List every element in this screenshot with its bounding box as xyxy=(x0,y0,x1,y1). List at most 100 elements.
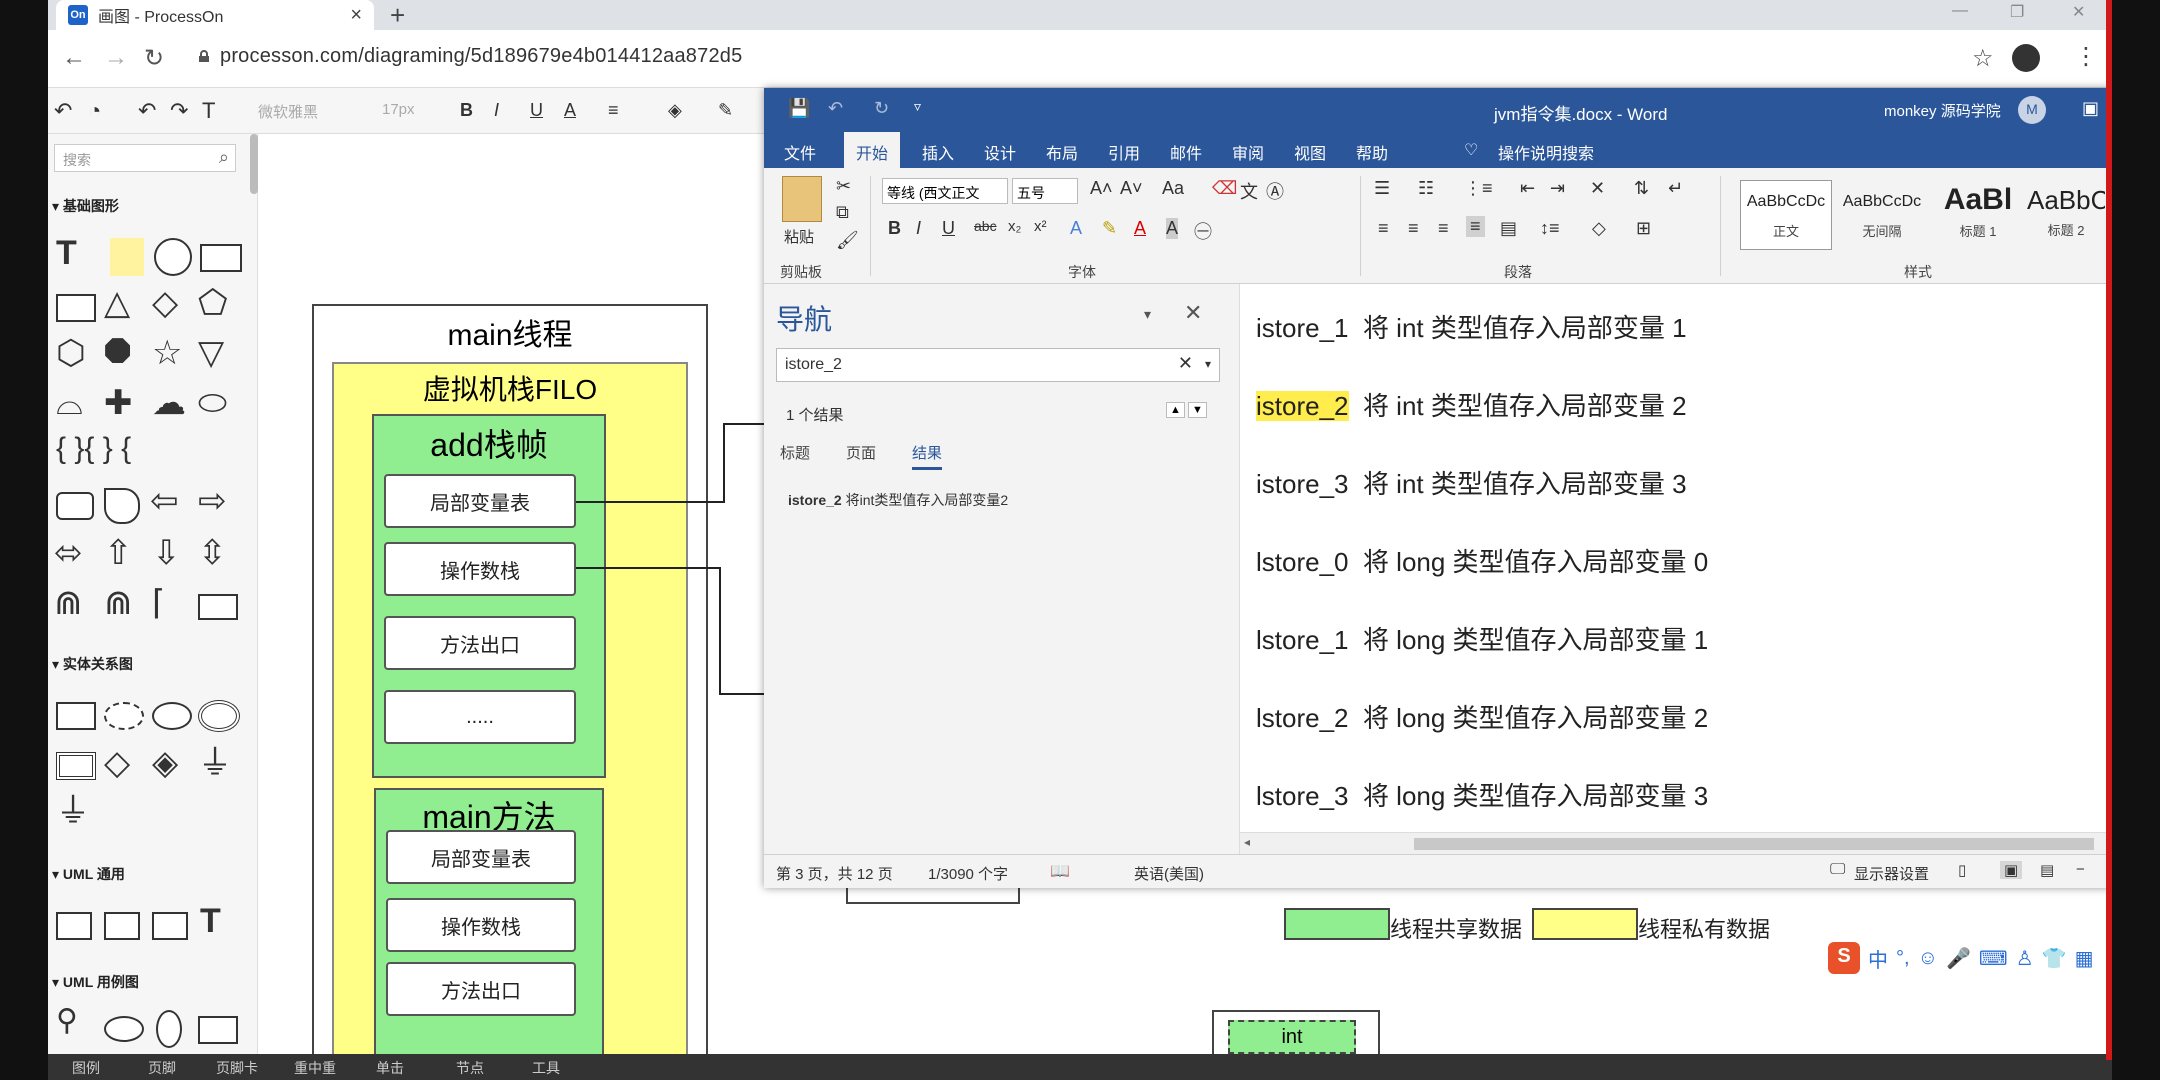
enclose-char-icon[interactable]: ㊀ xyxy=(1194,218,1212,244)
forward-icon[interactable]: → xyxy=(104,44,128,72)
u-arrow2-shape-icon[interactable]: ⋒ xyxy=(104,586,133,620)
right-arrow-shape-icon[interactable]: ⇨ xyxy=(198,484,227,518)
style-heading-1[interactable]: AaBl 标题 1 xyxy=(1932,180,2024,250)
strikethrough-button[interactable]: abc xyxy=(974,218,997,234)
multilevel-list-icon[interactable]: ⋮≡ xyxy=(1464,178,1493,199)
star-shape-icon[interactable]: ☆ xyxy=(152,336,182,370)
entity-shape-icon[interactable] xyxy=(56,702,96,730)
redo-icon[interactable]: ↻ xyxy=(874,98,889,119)
browser-tab[interactable]: On 画图 - ProcessOn × xyxy=(56,0,374,30)
taskbar-item[interactable]: 单击 xyxy=(376,1058,404,1078)
tab-home[interactable]: 开始 xyxy=(844,132,901,168)
inverted-triangle-shape-icon[interactable]: ▽ xyxy=(198,336,224,370)
toolbox-icon[interactable]: ▦ xyxy=(2075,946,2094,971)
url-text[interactable]: processon.com/diagraming/5d189679e4b0144… xyxy=(220,45,742,68)
sort-icon[interactable]: ⇅ xyxy=(1634,178,1649,199)
browser-menu-icon[interactable]: ⋮ xyxy=(2074,42,2098,71)
undo-arrow-icon[interactable]: ↶ xyxy=(54,98,72,124)
nav-tab-results[interactable]: 结果 xyxy=(912,442,943,470)
diamond-shape-icon[interactable]: ◇ xyxy=(152,286,178,320)
borders-icon[interactable]: ⊞ xyxy=(1636,218,1651,239)
hexagon-shape-icon[interactable]: ⬡ xyxy=(56,336,86,370)
web-layout-icon[interactable]: ▤ xyxy=(2040,861,2054,879)
updown-arrow-shape-icon[interactable]: ⇳ xyxy=(198,536,227,570)
pen-icon[interactable]: ✎ xyxy=(718,100,733,121)
tab-references[interactable]: 引用 xyxy=(1108,140,1140,164)
cloud-shape-icon[interactable]: ☁ xyxy=(152,386,186,420)
style-heading-2[interactable]: AaBbC 标题 2 xyxy=(2026,180,2106,250)
clear-formatting-icon[interactable]: ⌫ xyxy=(1212,178,1237,199)
change-case-icon[interactable]: Aa xyxy=(1162,178,1184,199)
close-tab-icon[interactable]: × xyxy=(350,4,362,27)
keyboard-icon[interactable]: ⌨ xyxy=(1979,946,2008,971)
distribute-icon[interactable]: ▤ xyxy=(1500,218,1517,239)
panel-scrollbar[interactable] xyxy=(250,134,258,194)
brace-shape-icon[interactable]: { }{ } { xyxy=(56,434,131,464)
format-painter-icon[interactable]: 🖌 xyxy=(836,230,859,251)
line-spacing-icon[interactable]: ↕≡ xyxy=(1540,218,1560,239)
paste-label[interactable]: 粘贴 xyxy=(784,226,814,247)
shading-icon[interactable]: ◇ xyxy=(1592,218,1606,239)
print-layout-icon[interactable]: ▣ xyxy=(2000,861,2023,879)
nav-tab-headings[interactable]: 标题 xyxy=(780,442,810,463)
rect3-shape-icon[interactable] xyxy=(198,594,238,620)
show-marks-icon[interactable]: ↵ xyxy=(1668,178,1683,199)
sogou-ime-icon[interactable]: S xyxy=(1828,942,1860,974)
banner-shape-icon[interactable]: ⌓ xyxy=(56,386,83,420)
main-method-exit-box[interactable]: 方法出口 xyxy=(386,962,576,1016)
cross-shape-icon[interactable]: ✚ xyxy=(104,386,133,420)
page-count[interactable]: 第 3 页，共 12 页 xyxy=(776,863,893,884)
account-avatar-icon[interactable] xyxy=(2012,44,2040,72)
ellipse-shape-icon[interactable]: ⬭ xyxy=(198,386,227,420)
language[interactable]: 英语(美国) xyxy=(1134,863,1204,884)
char-shading-icon[interactable]: A xyxy=(1166,218,1179,239)
align-icon[interactable]: ≡ xyxy=(608,100,619,121)
nav-close-icon[interactable]: ✕ xyxy=(1184,300,1202,326)
redo-icon[interactable]: ↷ xyxy=(170,98,188,124)
double-arrow-shape-icon[interactable]: ⬄ xyxy=(54,536,83,570)
ribbon-display-icon[interactable]: ▣ xyxy=(2082,98,2099,119)
align-center-icon[interactable]: ≡ xyxy=(1408,218,1419,239)
document-body[interactable]: istore_1 将 int 类型值存入局部变量 1 istore_2 将 in… xyxy=(1240,284,2112,854)
attribute-shape-icon[interactable] xyxy=(152,702,192,730)
rect2-shape-icon[interactable] xyxy=(56,294,96,322)
italic-button[interactable]: I xyxy=(494,100,499,121)
tab-file[interactable]: 文件 xyxy=(784,140,816,164)
usecase2-shape-icon[interactable] xyxy=(156,1010,182,1048)
maximize-icon[interactable]: ❐ xyxy=(2010,2,2024,22)
relation-shape-icon[interactable]: ◇ xyxy=(104,746,130,780)
text-shape-icon[interactable]: T xyxy=(56,236,77,270)
justify-icon[interactable]: ≡ xyxy=(1466,216,1485,237)
display-settings[interactable]: 显示器设置 xyxy=(1854,863,1929,884)
triangle-shape-icon[interactable]: △ xyxy=(104,286,130,320)
section-basic-shapes[interactable]: ▾ 基础图形 xyxy=(52,196,119,216)
section-uml-general[interactable]: ▾ UML 通用 xyxy=(52,864,125,884)
style-no-spacing[interactable]: AaBbCcDc 无间隔 xyxy=(1836,180,1928,250)
search-icon[interactable]: ⌕ xyxy=(219,147,229,168)
style-normal[interactable]: AaBbCcDc 正文 xyxy=(1740,180,1832,250)
font-color-button[interactable]: A xyxy=(564,100,576,121)
rectangle-shape-icon[interactable] xyxy=(200,244,242,272)
font-name-select[interactable]: 等线 (西文正文 xyxy=(882,178,1008,204)
font-size-select[interactable]: 五号 xyxy=(1012,178,1078,204)
taskbar-item[interactable]: 重中重 xyxy=(294,1058,336,1078)
copy-icon[interactable]: ⧉ xyxy=(836,202,849,223)
bold-button[interactable]: B xyxy=(888,218,901,239)
user-avatar[interactable]: M xyxy=(2018,96,2046,124)
horizontal-scrollbar[interactable]: ◂ xyxy=(1240,832,2112,854)
nav-search-input[interactable]: istore_2 ✕ ▾ xyxy=(776,348,1220,382)
undo-icon[interactable]: ↶ xyxy=(828,98,843,119)
save-icon[interactable]: 💾 xyxy=(788,98,810,119)
corner-shape-icon[interactable]: ⌈ xyxy=(152,586,165,620)
format-painter-icon[interactable]: ◔ xyxy=(88,98,101,124)
chinese-layout-icon[interactable]: ✕ xyxy=(1590,178,1605,199)
rounded-rect-shape-icon[interactable] xyxy=(56,492,94,520)
fill-bucket-icon[interactable]: ◈ xyxy=(668,100,682,121)
clear-format-icon[interactable]: T xyxy=(202,98,215,124)
prev-result-icon[interactable]: ▲ xyxy=(1166,402,1185,418)
left-arrow-shape-icon[interactable]: ⇦ xyxy=(150,484,179,518)
taskbar-item[interactable]: 节点 xyxy=(456,1058,484,1078)
grow-font-icon[interactable]: A˄ xyxy=(1090,178,1113,199)
font-name-select[interactable]: 微软雅黑 xyxy=(258,101,318,122)
phonetic-icon[interactable]: 文 xyxy=(1240,178,1258,204)
